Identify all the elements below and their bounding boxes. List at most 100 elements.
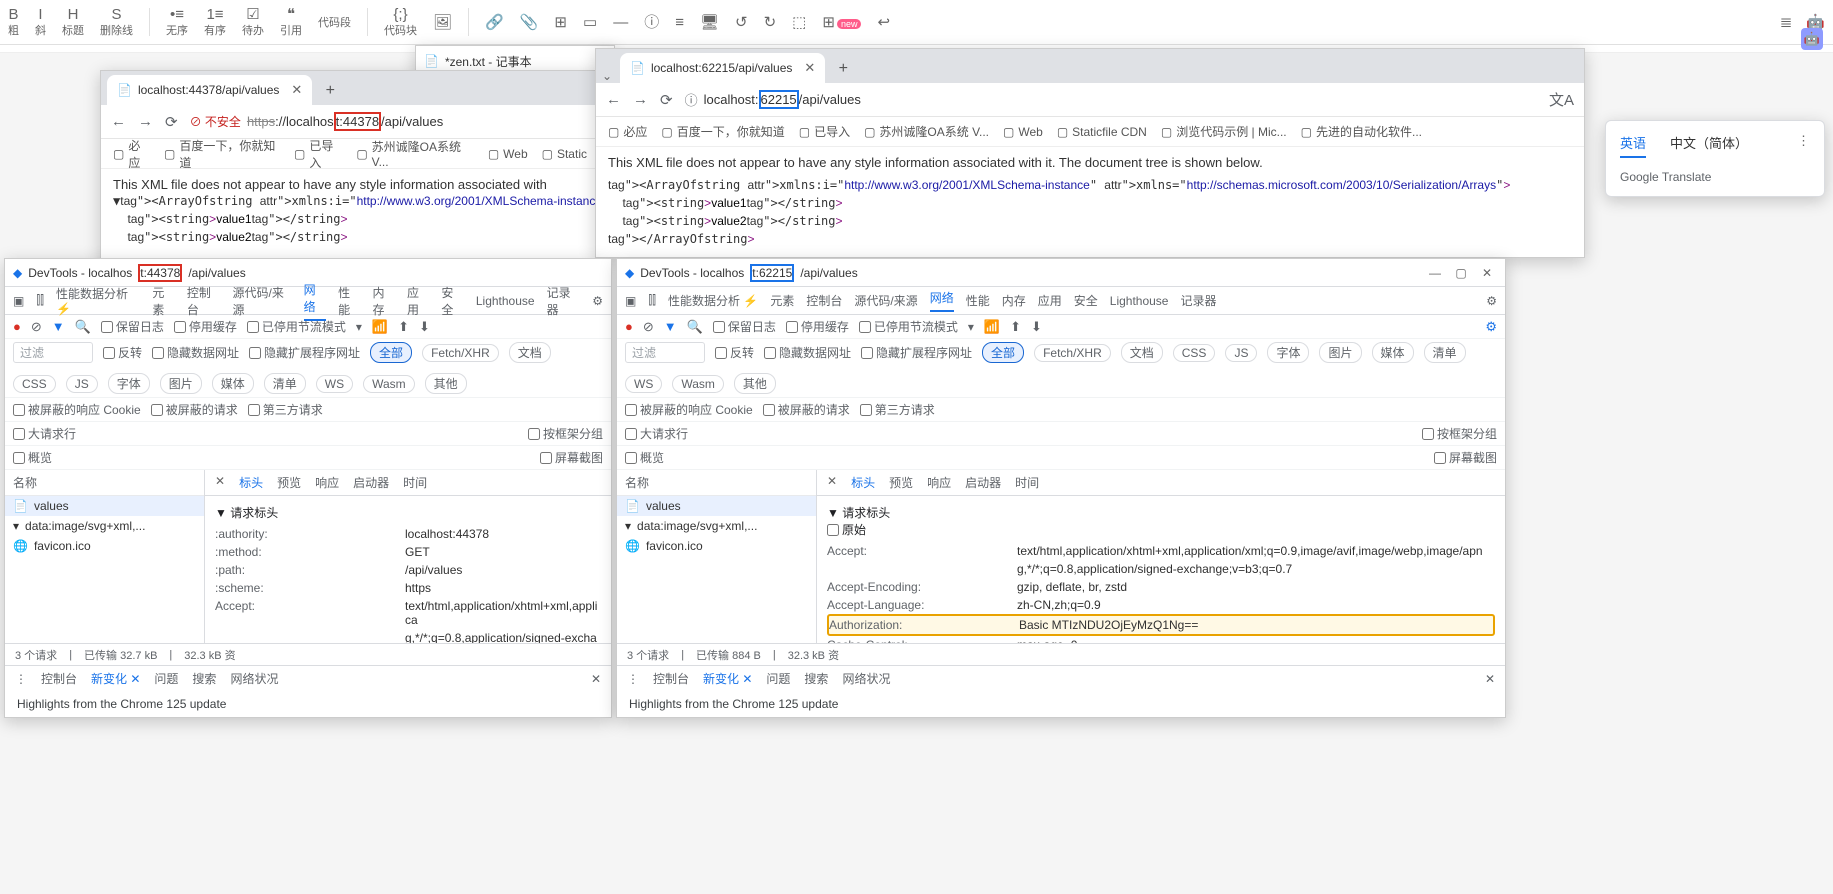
bookmark-item[interactable]: ▢Web xyxy=(1003,125,1043,139)
toolbar-btn[interactable]: ▭ xyxy=(583,15,597,30)
device-icon[interactable]: ⫿⫿ xyxy=(36,293,44,308)
reload-icon[interactable]: ⟳ xyxy=(165,113,178,131)
checkbox-option[interactable]: 按框架分组 xyxy=(528,425,603,442)
url-bar[interactable]: ⓘ localhost:62215/api/values xyxy=(685,90,1537,109)
devtools-tab[interactable]: 应用 xyxy=(1038,292,1062,309)
gear-icon[interactable]: ⚙ xyxy=(1486,294,1497,308)
devtools-tab[interactable]: 源代码/来源 xyxy=(232,284,291,318)
clear-icon[interactable]: ⊘ xyxy=(31,319,42,335)
filter-pill[interactable]: 媒体 xyxy=(212,373,254,394)
toolbar-btn[interactable]: ↩ xyxy=(877,15,890,30)
filter-pill[interactable]: 其他 xyxy=(734,373,776,394)
header-tab[interactable]: 响应 xyxy=(927,474,951,491)
toolbar-btn[interactable]: 🖥 xyxy=(700,15,719,30)
back-icon[interactable]: ← xyxy=(111,113,126,130)
bookmark-item[interactable]: ▢必应 xyxy=(608,123,647,140)
record-icon[interactable]: ● xyxy=(13,319,21,334)
bookmark-item[interactable]: ▢百度一下，你就知道 xyxy=(164,137,280,171)
reload-icon[interactable]: ⟳ xyxy=(660,91,673,109)
checkbox-option[interactable]: 停用缓存 xyxy=(786,318,849,335)
devtools-tab[interactable]: 内存 xyxy=(373,284,395,318)
toolbar-btn[interactable]: ≡ xyxy=(675,15,684,30)
toolbar-btn[interactable]: 1≡有序 xyxy=(204,7,226,38)
header-tab[interactable]: 启动器 xyxy=(353,474,389,491)
toolbar-btn[interactable]: ⊞ xyxy=(554,15,567,30)
header-tab[interactable]: 标头 xyxy=(239,474,263,491)
filter-pill[interactable]: CSS xyxy=(1173,344,1216,362)
filter-pill[interactable]: 图片 xyxy=(1319,342,1361,363)
devtools-tab[interactable]: 性能 xyxy=(966,292,990,309)
filter-input[interactable]: 过滤 xyxy=(625,342,705,363)
filter-icon[interactable]: ▼ xyxy=(52,319,65,334)
checkbox-option[interactable]: 被屏蔽的响应 Cookie xyxy=(13,401,141,418)
checkbox-option[interactable]: 概览 xyxy=(625,449,664,466)
drawer-tab[interactable]: 问题 xyxy=(154,670,178,687)
gear-icon[interactable]: ⚙ xyxy=(1485,319,1497,335)
devtools-tab[interactable]: 控制台 xyxy=(806,292,842,309)
filter-pill[interactable]: Wasm xyxy=(672,375,724,393)
header-tab[interactable]: 预览 xyxy=(889,474,913,491)
browser-tab[interactable]: 📄localhost:62215/api/values✕ xyxy=(620,53,825,83)
checkbox-option[interactable]: 大请求行 xyxy=(625,425,688,442)
filter-input[interactable]: 过滤 xyxy=(13,342,93,363)
checkbox-option[interactable]: 按框架分组 xyxy=(1422,425,1497,442)
gear-icon[interactable]: ⚙ xyxy=(592,294,603,308)
drawer-tab[interactable]: 控制台 xyxy=(41,670,77,687)
filter-pill[interactable]: WS xyxy=(316,375,353,393)
browser-tab[interactable]: 📄localhost:44378/api/values✕ xyxy=(107,75,312,105)
download-icon[interactable]: ⬇ xyxy=(419,319,430,335)
header-tab[interactable]: 时间 xyxy=(1015,474,1039,491)
devtools-tab[interactable]: 性能数据分析 ⚡ xyxy=(56,285,140,316)
new-tab-button[interactable]: + xyxy=(316,77,344,105)
inspect-icon[interactable]: ▣ xyxy=(13,294,24,308)
close-icon[interactable]: ✕ xyxy=(291,82,302,98)
filter-pill[interactable]: 其他 xyxy=(425,373,467,394)
drawer-tab[interactable]: 网络状况 xyxy=(230,670,278,687)
upload-icon[interactable]: ⬆ xyxy=(398,319,409,335)
request-item[interactable]: 📄values xyxy=(5,496,204,516)
request-item[interactable]: 🌐favicon.ico xyxy=(617,536,816,556)
new-tab-button[interactable]: + xyxy=(829,55,857,83)
upload-icon[interactable]: ⬆ xyxy=(1010,319,1021,335)
bookmark-item[interactable]: ▢已导入 xyxy=(799,123,850,140)
drawer-tab[interactable]: 搜索 xyxy=(192,670,216,687)
toolbar-btn[interactable]: 代码段 xyxy=(318,14,351,30)
device-icon[interactable]: ⫿⫿ xyxy=(648,293,656,308)
toolbar-btn[interactable]: — xyxy=(613,15,628,30)
checkbox-option[interactable]: 第三方请求 xyxy=(860,401,935,418)
forward-icon[interactable]: → xyxy=(138,113,153,130)
bookmark-item[interactable]: ▢苏州诚隆OA系统 V... xyxy=(864,123,989,140)
request-item[interactable]: 🌐favicon.ico xyxy=(5,536,204,556)
devtools-tab[interactable]: 元素 xyxy=(152,284,174,318)
drawer-tab[interactable]: 新变化 ✕ xyxy=(91,670,140,687)
filter-pill[interactable]: JS xyxy=(66,375,98,393)
checkbox-option[interactable]: 概览 xyxy=(13,449,52,466)
wifi-icon[interactable]: 📶 xyxy=(372,319,388,335)
checkbox-option[interactable]: 屏幕截图 xyxy=(540,449,603,466)
drawer-tab[interactable]: 问题 xyxy=(766,670,790,687)
bookmark-item[interactable]: ▢浏览代码示例 | Mic... xyxy=(1161,123,1287,140)
ai-assistant-icon[interactable]: 🤖 xyxy=(1801,28,1823,50)
lang-chinese[interactable]: 中文（简体） xyxy=(1670,133,1748,158)
filter-pill[interactable]: 文档 xyxy=(509,342,551,363)
bookmark-item[interactable]: ▢百度一下，你就知道 xyxy=(661,123,784,140)
filter-pill[interactable]: JS xyxy=(1225,344,1257,362)
filter-pill[interactable]: Fetch/XHR xyxy=(1034,344,1111,362)
devtools-tab[interactable]: 源代码/来源 xyxy=(854,292,917,309)
drawer-tab[interactable]: 搜索 xyxy=(804,670,828,687)
checkbox-option[interactable]: 停用缓存 xyxy=(174,318,237,335)
bookmark-item[interactable]: ▢苏州诚隆OA系统 V... xyxy=(356,138,473,169)
header-tab[interactable]: 预览 xyxy=(277,474,301,491)
close-icon[interactable]: ✕ xyxy=(804,60,815,76)
drawer-tab[interactable]: 新变化 ✕ xyxy=(703,670,752,687)
close-icon[interactable]: ✕ xyxy=(827,474,837,491)
checkbox-option[interactable]: 反转 xyxy=(103,344,142,361)
bookmark-item[interactable]: ▢Static xyxy=(542,147,587,161)
bookmark-item[interactable]: ▢已导入 xyxy=(294,137,342,171)
filter-pill[interactable]: Wasm xyxy=(363,375,415,393)
filter-pill[interactable]: WS xyxy=(625,375,662,393)
record-icon[interactable]: ● xyxy=(625,319,633,334)
checkbox-option[interactable]: 保留日志 xyxy=(101,318,164,335)
toolbar-btn[interactable]: 📎 xyxy=(520,15,539,30)
drawer-tab[interactable]: 网络状况 xyxy=(842,670,890,687)
